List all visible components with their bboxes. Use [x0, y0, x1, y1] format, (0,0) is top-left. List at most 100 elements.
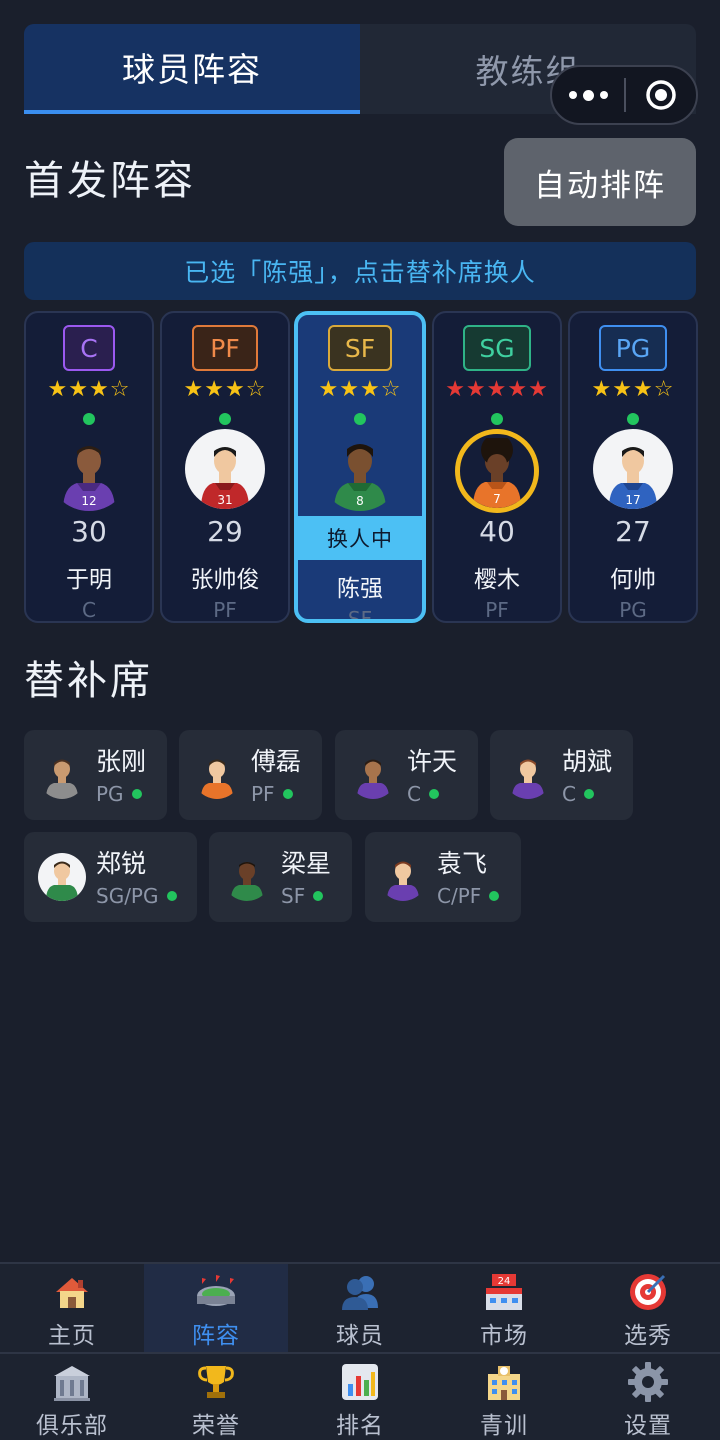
nav-label: 青训	[480, 1413, 528, 1439]
bottom-navigation: 主页 阵容 球员 24 市场 选秀 俱乐部 荣誉 排名 青训 设置	[0, 1262, 720, 1440]
player-name: 许天	[407, 747, 458, 776]
stadium-icon	[197, 1275, 235, 1306]
svg-text:8: 8	[356, 494, 364, 508]
status-dot	[313, 891, 324, 901]
club-building-icon	[54, 1366, 90, 1401]
starter-card-sg[interactable]: SG ★★★★★ 7 40 樱木 PF	[432, 311, 562, 623]
nav-label: 主页	[48, 1323, 96, 1349]
player-position: SG/PG	[96, 884, 177, 908]
starter-card-pg[interactable]: PG ★★★☆ 17 27 何帅 PG	[568, 311, 698, 623]
player-position: SF	[347, 607, 373, 623]
player-avatar	[193, 751, 241, 799]
player-name: 张帅俊	[190, 567, 260, 593]
player-name: 陈强	[337, 576, 383, 602]
player-position: PG	[619, 598, 647, 622]
bench-player-chip[interactable]: 郑锐 SG/PG	[24, 832, 197, 922]
player-rating: 27	[615, 515, 651, 548]
svg-text:31: 31	[217, 493, 232, 507]
player-name: 胡斌	[562, 747, 613, 776]
nav-label: 设置	[624, 1413, 672, 1439]
starter-card-c[interactable]: C ★★★☆ 12 30 于明 C	[24, 311, 154, 623]
status-dot	[354, 413, 366, 425]
nav-item-academy[interactable]: 青训	[432, 1354, 576, 1440]
nav-item-lineup[interactable]: 阵容	[144, 1264, 288, 1352]
player-avatar	[349, 751, 397, 799]
position-badge: PG	[599, 325, 667, 371]
bench-player-chip[interactable]: 张刚 PG	[24, 730, 167, 820]
svg-text:12: 12	[81, 494, 96, 508]
player-position: PF	[251, 782, 293, 806]
miniprogram-capsule	[550, 65, 698, 125]
player-name: 张刚	[96, 747, 147, 776]
status-dot	[583, 789, 594, 799]
bench-title: 替补席	[24, 658, 153, 704]
nav-label: 市场	[480, 1323, 528, 1349]
player-name: 梁星	[281, 849, 332, 878]
player-avatar: 31	[185, 429, 265, 509]
nav-row-secondary: 俱乐部 荣誉 排名 青训 设置	[0, 1352, 720, 1440]
nav-item-honors[interactable]: 荣誉	[144, 1354, 288, 1440]
nav-row-primary: 主页 阵容 球员 24 市场 选秀	[0, 1264, 720, 1352]
gear-icon	[628, 1362, 668, 1402]
auto-lineup-button[interactable]: 自动排阵	[504, 138, 696, 226]
bench-player-chip[interactable]: 梁星 SF	[209, 832, 352, 922]
player-name: 郑锐	[96, 849, 147, 878]
player-name: 于明	[66, 567, 112, 593]
nav-item-players[interactable]: 球员	[288, 1264, 432, 1352]
player-avatar	[223, 853, 271, 901]
nav-item-settings[interactable]: 设置	[576, 1354, 720, 1440]
more-dots-icon[interactable]	[552, 89, 624, 101]
player-rating: 29	[207, 515, 243, 548]
nav-label: 荣誉	[192, 1413, 240, 1439]
nav-item-club[interactable]: 俱乐部	[0, 1354, 144, 1440]
tab-player-roster[interactable]: 球员阵容	[24, 24, 360, 114]
starter-card-pf[interactable]: PF ★★★☆ 31 29 张帅俊 PF	[160, 311, 290, 623]
starter-card-sf-selected[interactable]: SF ★★★☆ 8 换人中 陈强 SF	[294, 311, 426, 623]
position-badge: SG	[463, 325, 531, 371]
player-name: 樱木	[474, 567, 520, 593]
bench-player-chip[interactable]: 袁飞 C/PF	[365, 832, 521, 922]
position-badge: C	[63, 325, 115, 371]
nav-item-home[interactable]: 主页	[0, 1264, 144, 1352]
status-dot	[219, 413, 231, 425]
status-dot	[83, 413, 95, 425]
player-avatar	[38, 853, 86, 901]
house-icon	[56, 1278, 88, 1308]
position-badge: PF	[192, 325, 258, 371]
starters-title: 首发阵容	[24, 158, 196, 204]
player-avatar	[379, 853, 427, 901]
player-position: PF	[213, 598, 237, 622]
star-rating: ★★★☆	[591, 377, 675, 402]
academy-icon	[488, 1366, 520, 1400]
player-avatar	[504, 751, 552, 799]
target-circle-icon[interactable]	[626, 79, 696, 111]
player-position: PF	[485, 598, 509, 622]
bench-player-chip[interactable]: 胡斌 C	[490, 730, 633, 820]
bench-player-chip[interactable]: 傅磊 PF	[179, 730, 322, 820]
draft-target-icon	[630, 1274, 666, 1310]
status-dot	[627, 413, 639, 425]
player-name: 袁飞	[437, 849, 488, 878]
nav-item-ranking[interactable]: 排名	[288, 1354, 432, 1440]
player-name: 傅磊	[251, 747, 302, 776]
svg-text:7: 7	[493, 492, 501, 506]
ranking-chart-icon	[342, 1364, 378, 1400]
nav-label: 排名	[336, 1413, 384, 1439]
player-avatar: 8	[319, 429, 401, 511]
nav-label: 俱乐部	[36, 1413, 108, 1439]
star-rating: ★★★☆	[318, 377, 402, 402]
player-avatar: 12	[48, 429, 130, 511]
player-rating: 40	[479, 515, 515, 548]
bench-player-chip[interactable]: 许天 C	[335, 730, 478, 820]
trophy-icon	[198, 1366, 234, 1398]
status-dot	[282, 789, 293, 799]
player-avatar	[38, 751, 86, 799]
player-position: C/PF	[437, 884, 500, 908]
position-badge: SF	[328, 325, 392, 371]
nav-label: 选秀	[624, 1323, 672, 1349]
player-rating: 30	[71, 515, 107, 548]
players-icon	[342, 1276, 378, 1310]
player-avatar: 7	[455, 429, 539, 513]
nav-item-draft[interactable]: 选秀	[576, 1264, 720, 1352]
nav-item-market[interactable]: 24 市场	[432, 1264, 576, 1352]
